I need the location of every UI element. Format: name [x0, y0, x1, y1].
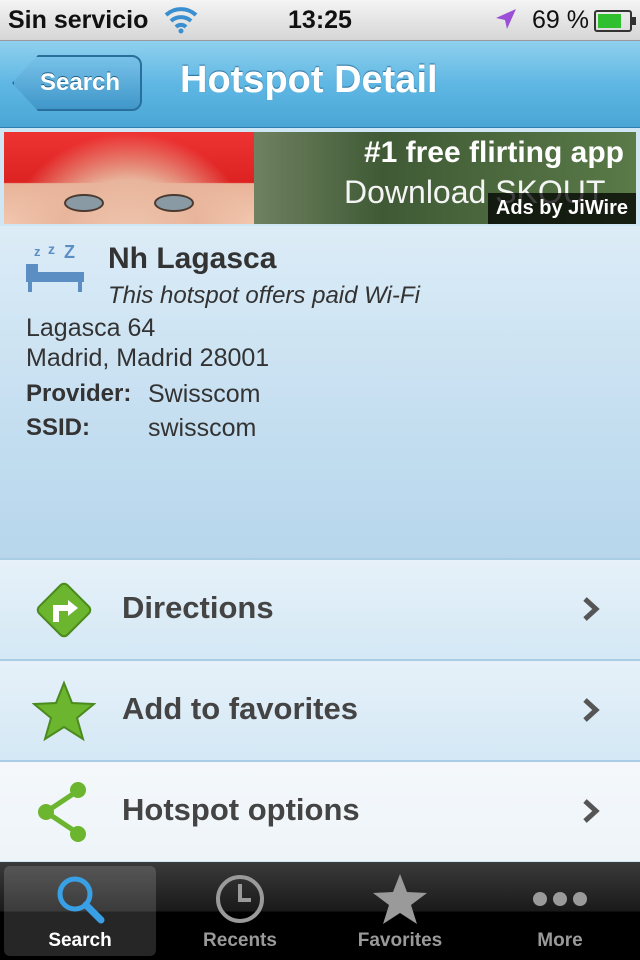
tab-more[interactable]: More	[484, 866, 636, 956]
page-title: Hotspot Detail	[180, 59, 438, 101]
ssid-value: swisscom	[148, 414, 257, 442]
star-icon	[31, 679, 97, 743]
tab-favorites-label: Favorites	[357, 930, 443, 951]
tab-recents-label: Recents	[203, 930, 277, 951]
share-icon	[32, 780, 96, 844]
navigation-bar: Search Hotspot Detail	[0, 41, 640, 128]
ad-banner[interactable]: #1 free flirting app Download SKOUT Ads …	[4, 132, 636, 224]
chevron-right-icon	[582, 596, 600, 627]
directions-icon	[32, 578, 96, 642]
more-icon	[530, 872, 590, 931]
address-line-1: Lagasca 64	[26, 314, 156, 342]
tab-search-label: Search	[48, 930, 112, 951]
svg-text:z: z	[48, 241, 55, 257]
directions-row[interactable]: Directions	[0, 558, 640, 659]
tab-more-label: More	[537, 930, 583, 951]
tab-bar: Search Recents Favorites More	[0, 862, 640, 960]
ssid-label: SSID:	[26, 414, 91, 441]
battery-percent: 69 %	[532, 6, 589, 34]
battery-icon	[594, 10, 636, 32]
add-to-favorites-row[interactable]: Add to favorites	[0, 659, 640, 760]
location-arrow-icon	[494, 7, 518, 38]
tab-search[interactable]: Search	[4, 866, 156, 956]
svg-text:Z: Z	[64, 242, 75, 262]
clock-icon	[213, 872, 267, 931]
svg-text:z: z	[34, 244, 41, 259]
back-button[interactable]: Search	[12, 55, 142, 111]
ad-image	[4, 132, 254, 224]
address-line-2: Madrid, Madrid 28001	[26, 344, 270, 372]
directions-label: Directions	[122, 590, 274, 625]
hotspot-name: Nh Lagasca	[108, 242, 277, 275]
hotspot-options-label: Hotspot options	[122, 792, 360, 827]
actions-list: Directions Add to favorites Hotspot opti…	[0, 558, 640, 861]
status-bar: Sin servicio 13:25 69 %	[0, 0, 640, 41]
provider-label: Provider:	[26, 380, 132, 407]
hotel-bed-icon: z z Z	[24, 236, 86, 307]
tab-recents[interactable]: Recents	[164, 866, 316, 956]
provider-value: Swisscom	[148, 380, 261, 408]
add-to-favorites-label: Add to favorites	[122, 691, 358, 726]
search-icon	[53, 872, 107, 931]
hotspot-options-row[interactable]: Hotspot options	[0, 760, 640, 861]
chevron-right-icon	[582, 798, 600, 829]
hotspot-description: This hotspot offers paid Wi-Fi	[108, 282, 420, 309]
ad-attribution: Ads by JiWire	[487, 193, 636, 224]
hotspot-detail: z z Z Nh Lagasca This hotspot offers pai…	[0, 226, 640, 558]
tab-favorites[interactable]: Favorites	[324, 866, 476, 956]
star-icon	[371, 872, 429, 931]
chevron-right-icon	[582, 697, 600, 728]
ad-headline: #1 free flirting app	[363, 136, 624, 169]
